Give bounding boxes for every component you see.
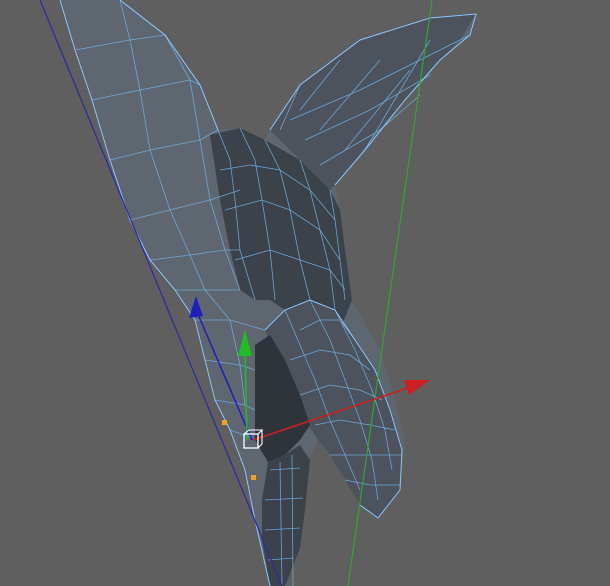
mesh-object[interactable] (59, 0, 477, 586)
bounding-handle-lower[interactable] (251, 475, 256, 480)
bounding-handle-upper[interactable] (222, 420, 227, 425)
viewport-canvas[interactable] (0, 0, 610, 586)
3d-viewport[interactable] (0, 0, 610, 586)
mesh-lower-stem[interactable] (262, 445, 310, 586)
x-axis-arrow[interactable] (404, 380, 430, 395)
